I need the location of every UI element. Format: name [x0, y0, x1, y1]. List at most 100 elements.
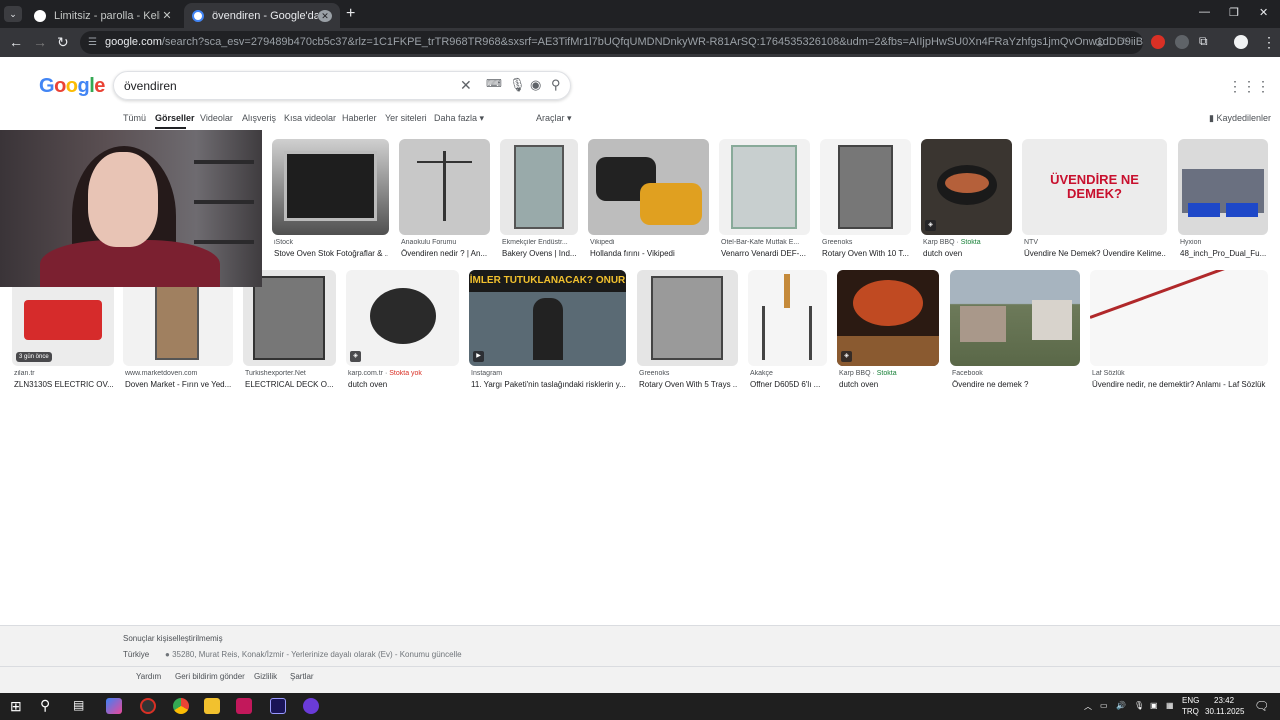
result-title[interactable]: Övendiren nedir ? | An...: [401, 249, 489, 258]
result-source[interactable]: www.marketdoven.com: [125, 370, 233, 377]
menu-kebab-icon[interactable]: ⋮: [1262, 34, 1276, 51]
result-title[interactable]: Stove Oven Stok Fotoğraflar & ...: [274, 249, 388, 258]
result-title[interactable]: Övendire ne demek ?: [952, 380, 1080, 389]
privacy-link[interactable]: Gizlilik: [254, 672, 277, 681]
clock-time[interactable]: 23:42: [1214, 696, 1234, 705]
search-input[interactable]: övendiren: [124, 79, 177, 93]
tab-news[interactable]: Haberler: [342, 113, 377, 123]
result-image[interactable]: [637, 270, 738, 366]
volume-icon[interactable]: 🔊: [1116, 701, 1126, 710]
result-title[interactable]: Venarro Venardi DEF-...: [721, 249, 809, 258]
address-bar[interactable]: ☰ google.com/search?sca_esv=279489b470cb…: [80, 31, 1143, 54]
result-image[interactable]: ÜVENDİRE NE DEMEK?: [1022, 139, 1167, 235]
tab-images[interactable]: Görseller: [155, 113, 195, 123]
search-icon[interactable]: ⚲: [551, 77, 561, 93]
result-title[interactable]: 48_inch_Pro_Dual_Fu...: [1180, 249, 1268, 258]
result-source[interactable]: Karp BBQ · Stokta: [839, 370, 939, 377]
result-title[interactable]: Bakery Ovens | Ind...: [502, 249, 578, 258]
result-image[interactable]: [748, 270, 827, 366]
forward-button[interactable]: →: [33, 34, 47, 50]
result-source[interactable]: Greenoks: [639, 370, 737, 377]
tray-overflow-icon[interactable]: ︿: [1084, 701, 1092, 712]
result-image[interactable]: ◈: [346, 270, 459, 366]
saved-button[interactable]: ▮ Kaydedilenler: [1209, 113, 1271, 124]
result-image[interactable]: [500, 139, 578, 235]
profile-avatar[interactable]: [1234, 35, 1248, 49]
microphone-icon[interactable]: 🎙: [1134, 701, 1144, 710]
result-image[interactable]: [272, 139, 389, 235]
tab-all[interactable]: Tümü: [123, 113, 146, 123]
result-title[interactable]: Rotary Oven With 10 T...: [822, 249, 910, 258]
file-explorer-icon[interactable]: [204, 698, 220, 714]
clock-date[interactable]: 30.11.2025: [1205, 707, 1244, 716]
app-icon[interactable]: [140, 698, 156, 714]
tab-more[interactable]: Daha fazla ▾: [434, 113, 484, 124]
premiere-pro-icon[interactable]: [270, 698, 286, 714]
result-source[interactable]: Karp BBQ · Stokta: [923, 239, 1011, 246]
copilot-icon[interactable]: [106, 698, 122, 714]
result-title[interactable]: Rotary Oven With 5 Trays ...: [639, 380, 737, 389]
result-source[interactable]: iStock: [274, 239, 388, 246]
result-title[interactable]: Doven Market - Fırın ve Yed...: [125, 380, 233, 389]
result-title[interactable]: Offner D605D 6'lı ...: [750, 380, 826, 389]
eye-off-icon[interactable]: ◎: [1095, 31, 1105, 54]
feedback-link[interactable]: Geri bildirim gönder: [175, 672, 245, 681]
tools-button[interactable]: Araçlar ▾: [536, 113, 572, 124]
result-source[interactable]: Turkishexporter.Net: [245, 370, 335, 377]
voicemeeter-icon[interactable]: [236, 698, 252, 714]
result-image[interactable]: [588, 139, 709, 235]
result-image[interactable]: [719, 139, 810, 235]
close-tab-icon[interactable]: ✕: [318, 9, 332, 22]
extension-icon[interactable]: [1175, 35, 1189, 49]
clear-search-icon[interactable]: ✕: [460, 77, 472, 94]
result-image[interactable]: [1178, 139, 1268, 235]
tab-web[interactable]: Yer siteleri: [385, 113, 427, 123]
browser-tab-active[interactable]: övendiren - Google'da Ara ✕: [184, 3, 340, 28]
result-title[interactable]: Üvendire nedir, ne demektir? Anlamı - La…: [1092, 380, 1268, 389]
result-image[interactable]: İMLER TUTUKLANACAK? ONUR ▶: [469, 270, 626, 366]
result-title[interactable]: dutch oven: [839, 380, 939, 389]
location-note[interactable]: Yerlerinize dayalı olarak (Ev): [291, 650, 393, 659]
maximize-button[interactable]: ❐: [1229, 6, 1239, 19]
lens-camera-icon[interactable]: ◉: [530, 77, 541, 93]
result-source[interactable]: Hyxion: [1180, 239, 1268, 246]
google-logo[interactable]: Google: [39, 75, 105, 98]
extensions-puzzle-icon[interactable]: ⧉: [1199, 34, 1208, 49]
result-title[interactable]: ZLN3130S ELECTRIC OV...: [14, 380, 114, 389]
browser-tab[interactable]: Limitsiz - parolla - Kelime oyunu ✕: [26, 3, 182, 28]
tab-shopping[interactable]: Alışveriş: [242, 113, 276, 123]
result-source[interactable]: Facebook: [952, 370, 1080, 377]
result-title[interactable]: Hollanda fırını - Vikipedi: [590, 249, 708, 258]
language-indicator[interactable]: ENG: [1182, 696, 1199, 705]
result-source[interactable]: Ekmekçiler Endüstr...: [502, 239, 578, 246]
windows-start-icon[interactable]: ⊞: [10, 698, 22, 715]
result-source[interactable]: karp.com.tr · Stokta yok: [348, 370, 458, 377]
result-source[interactable]: Akakçe: [750, 370, 826, 377]
help-link[interactable]: Yardım: [136, 672, 161, 681]
chrome-icon[interactable]: [173, 698, 189, 714]
result-source[interactable]: Vikipedi: [590, 239, 708, 246]
result-source[interactable]: Greenoks: [822, 239, 910, 246]
result-title[interactable]: Üvendire Ne Demek? Üvendire Kelime...: [1024, 249, 1166, 258]
display-icon[interactable]: ▣: [1150, 701, 1158, 710]
network-icon[interactable]: ▭: [1100, 701, 1108, 710]
task-view-icon[interactable]: ▤: [73, 698, 84, 712]
result-source[interactable]: Otel-Bar-Kafe Mutfak E...: [721, 239, 809, 246]
tab-short-videos[interactable]: Kısa videolar: [284, 113, 336, 123]
bookmark-star-icon[interactable]: ☆: [1119, 31, 1129, 54]
tab-search-button[interactable]: ⌄: [4, 6, 22, 22]
result-title[interactable]: dutch oven: [923, 249, 1011, 258]
minimize-button[interactable]: —: [1199, 6, 1210, 18]
result-source[interactable]: Anaokulu Forumu: [401, 239, 489, 246]
search-box[interactable]: övendiren ✕ ⌨ 🎙 ◉ ⚲: [113, 71, 571, 100]
result-title[interactable]: dutch oven: [348, 380, 458, 389]
result-image[interactable]: [399, 139, 490, 235]
back-button[interactable]: ←: [9, 34, 23, 50]
result-image[interactable]: [820, 139, 911, 235]
close-tab-icon[interactable]: ✕: [160, 9, 174, 22]
result-source[interactable]: NTV: [1024, 239, 1166, 246]
update-location-link[interactable]: Konumu güncelle: [400, 650, 462, 659]
new-tab-button[interactable]: +: [346, 5, 355, 23]
result-image[interactable]: [950, 270, 1080, 366]
result-title[interactable]: ELECTRICAL DECK O...: [245, 380, 335, 389]
